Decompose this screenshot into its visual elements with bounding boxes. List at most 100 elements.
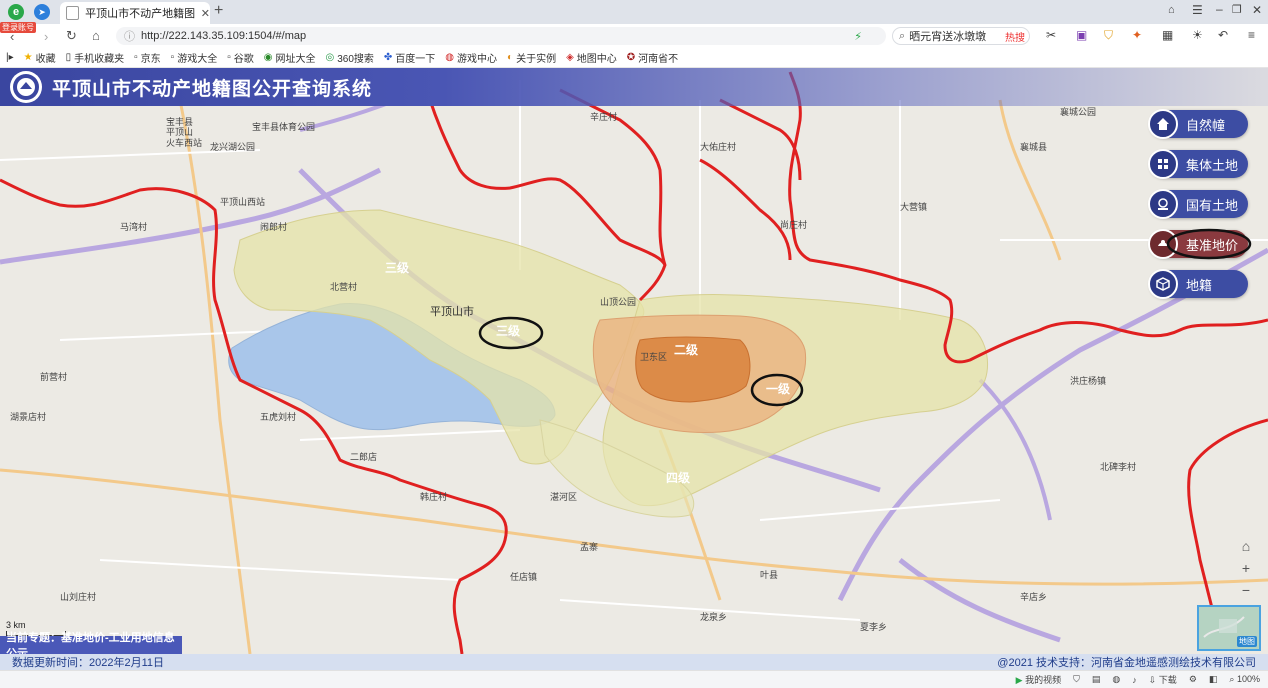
- bookmarks-toggle-icon[interactable]: |▸: [6, 52, 14, 63]
- update-time: 数据更新时间：2022年2月11日: [12, 657, 165, 669]
- download-status[interactable]: ⇩ 下载: [1149, 673, 1177, 686]
- zoom-icon: ⌕: [1229, 674, 1235, 684]
- menu-button-collective-land[interactable]: 集体土地: [1148, 149, 1248, 179]
- url-field[interactable]: ⓘ http://222.143.35.109:1504/#/map ⚡: [116, 27, 886, 45]
- shield-status-icon[interactable]: ⛉: [1073, 674, 1080, 685]
- bookmark-item[interactable]: ◉ 网址大全: [264, 50, 316, 65]
- game-icon[interactable]: ✦: [1132, 28, 1142, 42]
- tools-status-icon[interactable]: ⚙: [1189, 674, 1197, 685]
- video-status[interactable]: ▶ 我的视频: [1016, 673, 1061, 686]
- info-icon: ◐: [507, 52, 514, 63]
- download-icon: ⇩: [1148, 675, 1157, 685]
- login-badge[interactable]: 登录账号: [0, 22, 36, 33]
- svg-text:宝丰县: 宝丰县: [166, 116, 193, 127]
- window-close-icon[interactable]: ✕: [1252, 3, 1262, 17]
- menu-button-natural-building[interactable]: 自然幢: [1148, 109, 1248, 139]
- undo-icon[interactable]: ↶: [1218, 28, 1228, 42]
- svg-text:任店镇: 任店镇: [510, 571, 537, 582]
- tech-support: @2021 技术支持：河南省金地遥感测绘技术有限公司: [997, 657, 1256, 669]
- svg-text:尚庄村: 尚庄村: [780, 219, 807, 230]
- tab-title: 平顶山市不动产地籍图公开查询系: [85, 8, 195, 20]
- url-text: http://222.143.35.109:1504/#/map: [141, 30, 307, 42]
- page-icon: ▫: [227, 52, 231, 63]
- overview-minimap[interactable]: 地图: [1197, 605, 1261, 651]
- lightning-icon[interactable]: ⚡: [854, 30, 862, 43]
- svg-text:三级: 三级: [385, 260, 409, 275]
- svg-text:襄城县: 襄城县: [1020, 141, 1047, 152]
- home-extent-icon[interactable]: ⌂: [1242, 538, 1250, 554]
- brightness-icon[interactable]: ☀: [1192, 28, 1203, 42]
- browser-tab[interactable]: 平顶山市不动产地籍图公开查询系 ✕: [60, 2, 210, 24]
- bookmark-item[interactable]: ▫ 游戏大全: [171, 50, 218, 65]
- new-tab-button[interactable]: +: [214, 2, 223, 20]
- tab-close-icon[interactable]: ✕: [201, 7, 210, 20]
- menu-button-cadastre[interactable]: 地籍: [1148, 269, 1248, 299]
- map-canvas[interactable]: 平顶山 火车西站 平顶山西站 宝丰县 龙兴湖公园 宝丰县体育公园 平顶山市 山顶…: [0, 68, 1268, 654]
- map-svg[interactable]: 平顶山 火车西站 平顶山西站 宝丰县 龙兴湖公园 宝丰县体育公园 平顶山市 山顶…: [0, 68, 1268, 654]
- zoom-in-icon[interactable]: +: [1242, 560, 1250, 576]
- app-title: 平顶山市不动产地籍图公开查询系统: [52, 78, 373, 100]
- bookmark-item[interactable]: ✤ 百度一下: [384, 50, 435, 65]
- zoom-out-icon[interactable]: −: [1242, 582, 1250, 598]
- reload-icon[interactable]: ↻: [66, 28, 77, 44]
- chart-status-icon[interactable]: ▤: [1092, 674, 1101, 685]
- svg-text:闹郎村: 闹郎村: [260, 221, 287, 232]
- svg-text:平顶山市: 平顶山市: [430, 304, 474, 318]
- reading-status-icon[interactable]: ◧: [1209, 674, 1218, 685]
- bookmark-item[interactable]: ▫ 京东: [134, 50, 161, 65]
- current-topic-label: 当前专题：基准地价-工业用地信息公示: [0, 632, 182, 660]
- apps-icon[interactable]: ▦: [1162, 28, 1173, 42]
- bookmark-item[interactable]: ◍ 游戏中心: [445, 50, 497, 65]
- menu-icon[interactable]: ≡: [1248, 28, 1255, 42]
- bookmark-item[interactable]: ✪ 河南省不: [627, 50, 678, 65]
- search-text: 晒元宵送冰墩墩: [909, 31, 987, 43]
- svg-text:一级: 一级: [766, 381, 790, 396]
- bookmark-item[interactable]: ▯ 手机收藏夹: [66, 50, 125, 65]
- zoom-level[interactable]: ⌕ 100%: [1229, 674, 1260, 685]
- navigate-icon[interactable]: ➤: [34, 4, 50, 20]
- svg-text:龙兴湖公园: 龙兴湖公园: [210, 141, 255, 152]
- window-minimize-icon[interactable]: –: [1216, 2, 1223, 16]
- address-toolbar: 登录账号 ‹ › ↻ ⌂ ⓘ http://222.143.35.109:150…: [0, 22, 1268, 49]
- menu-label: 地籍: [1186, 277, 1213, 293]
- svg-text:宝丰县体育公园: 宝丰县体育公园: [252, 121, 315, 132]
- menu-label: 国有土地: [1186, 197, 1239, 213]
- svg-text:夏李乡: 夏李乡: [860, 621, 887, 632]
- menu-button-state-land[interactable]: 国有土地: [1148, 189, 1248, 219]
- svg-text:孟寨: 孟寨: [580, 541, 598, 552]
- emblem-logo-icon: [10, 71, 42, 103]
- globe-icon: ◉: [263, 52, 273, 63]
- svg-text:火车西站: 火车西站: [166, 137, 202, 148]
- security-icon: ⓘ: [124, 31, 135, 43]
- bookmark-item[interactable]: ▫ 谷歌: [227, 50, 254, 65]
- bookmark-item[interactable]: ◐ 关于实例: [507, 50, 556, 65]
- minimap-label: 地图: [1237, 636, 1257, 647]
- scissors-icon[interactable]: ✂: [1046, 28, 1056, 42]
- game-status-icon[interactable]: ◍: [1112, 674, 1120, 685]
- back-icon[interactable]: ‹: [10, 29, 14, 44]
- bookmark-item[interactable]: ◎ 360搜索: [325, 50, 373, 65]
- forward-icon[interactable]: ›: [44, 29, 48, 44]
- svg-text:襄城公园: 襄城公园: [1060, 106, 1096, 117]
- home-icon[interactable]: ⌂: [92, 28, 100, 43]
- window-maximize-icon[interactable]: ❐: [1232, 3, 1242, 16]
- bookmark-item[interactable]: ◈ 地图中心: [566, 50, 617, 65]
- svg-text:北碑李村: 北碑李村: [1100, 461, 1136, 472]
- map-icon: ◈: [566, 52, 574, 63]
- svg-text:辛庄村: 辛庄村: [590, 111, 617, 122]
- browser-search-box[interactable]: ⌕ 晒元宵送冰墩墩 热搜: [892, 27, 1030, 45]
- svg-text:三级: 三级: [496, 323, 520, 338]
- cube-icon: [1148, 269, 1178, 299]
- sound-status-icon[interactable]: ♪: [1132, 675, 1137, 685]
- bookmark-item[interactable]: ★ 收藏: [24, 50, 56, 65]
- window-shirt-icon[interactable]: ⌂: [1168, 4, 1175, 16]
- svg-text:大佑庄村: 大佑庄村: [700, 141, 736, 152]
- window-menu-icon[interactable]: ☰: [1192, 3, 1203, 17]
- svg-text:马湾村: 马湾村: [120, 221, 147, 232]
- search-icon: ◎: [325, 52, 335, 63]
- shield-icon[interactable]: ⛉: [1104, 28, 1113, 43]
- emblem-icon: ✪: [626, 52, 636, 63]
- menu-label: 自然幢: [1186, 117, 1226, 133]
- extension-icon[interactable]: ▣: [1076, 28, 1087, 42]
- svg-text:龙泉乡: 龙泉乡: [700, 611, 727, 622]
